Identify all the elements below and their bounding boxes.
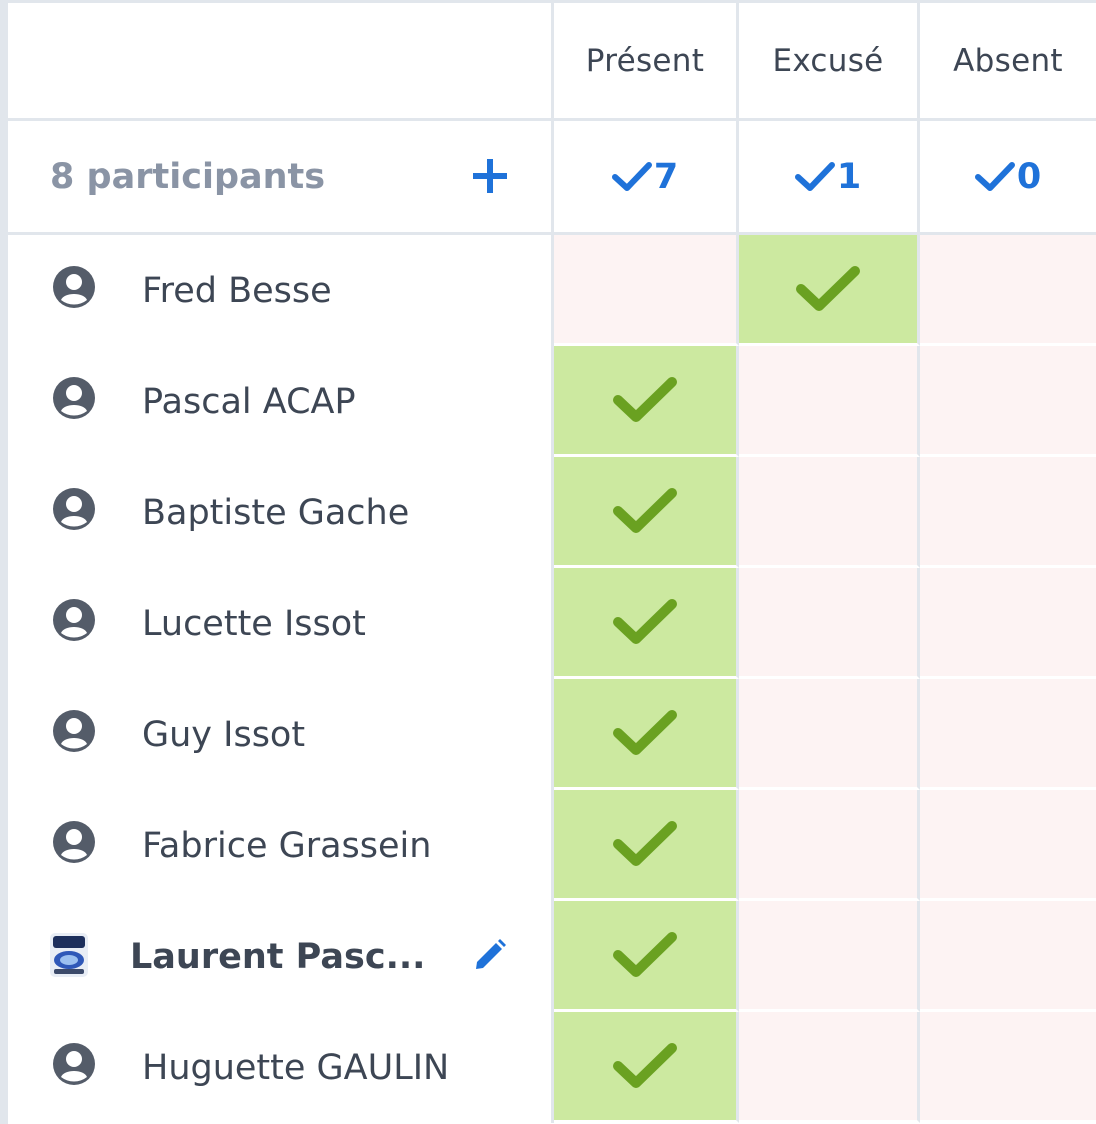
user-circle-icon [52,487,96,531]
attendance-cell-present[interactable] [554,901,739,1012]
attendance-cell-absent[interactable] [920,1012,1096,1123]
participant-name-cell: Lucette Issot [8,568,554,679]
participant-name-cell: Guy Issot [8,679,554,790]
attendance-cell-absent[interactable] [920,457,1096,568]
attendance-cell-absent[interactable] [920,790,1096,901]
participant-row: Pascal ACAP [8,346,1096,457]
summary-row: 8 participants 7 1 0 [8,121,1096,235]
user-circle-icon [52,820,96,864]
participant-name-cell: Fred Besse [8,235,554,346]
column-header-present: Présent [554,3,739,118]
excused-count-cell: 1 [739,121,920,232]
column-header-label: Présent [585,42,705,79]
attendance-cell-excused[interactable] [739,901,920,1012]
check-icon [612,485,678,537]
user-circle-icon [52,598,96,642]
attendance-cell-excused[interactable] [739,568,920,679]
check-icon [794,161,835,191]
participant-row: Huguette GAULIN [8,1012,1096,1123]
participant-name: Huguette GAULIN [142,1047,450,1088]
check-icon [612,929,678,981]
column-header-absent: Absent [920,3,1096,118]
attendance-cell-excused[interactable] [739,1012,920,1123]
participant-name: Laurent Pasc... [130,936,426,977]
attendance-cell-excused[interactable] [739,679,920,790]
user-circle-icon [52,1042,96,1086]
attendance-cell-present[interactable] [554,568,739,679]
participants-count: 8 participants [50,156,326,197]
attendance-cell-present[interactable] [554,790,739,901]
present-count-cell: 7 [554,121,739,232]
participant-name: Guy Issot [142,714,306,755]
participants-summary-cell: 8 participants [8,121,554,232]
participant-name: Pascal ACAP [142,381,356,422]
participant-name-cell: Huguette GAULIN [8,1012,554,1123]
user-circle-icon [52,709,96,753]
check-icon [612,707,678,759]
column-header-label: Excusé [772,42,884,79]
attendance-cell-excused[interactable] [739,790,920,901]
present-count: 7 [653,156,679,197]
attendance-cell-absent[interactable] [920,346,1096,457]
attendance-cell-absent[interactable] [920,901,1096,1012]
check-icon [612,374,678,426]
attendance-grid: Présent Excusé Absent 8 participants 7 1… [0,0,1096,1124]
pencil-icon[interactable] [470,937,508,975]
attendance-cell-excused[interactable] [739,235,920,346]
absent-count-cell: 0 [920,121,1096,232]
participant-row: Laurent Pasc... [8,901,1096,1012]
participant-name-cell: Pascal ACAP [8,346,554,457]
check-icon [611,161,652,191]
participant-row: Fred Besse [8,235,1096,346]
attendance-cell-present[interactable] [554,679,739,790]
participant-row: Guy Issot [8,679,1096,790]
participant-name: Fabrice Grassein [142,825,432,866]
attendance-cell-absent[interactable] [920,235,1096,346]
check-icon [974,161,1015,191]
attendance-cell-absent[interactable] [920,568,1096,679]
check-icon [612,818,678,870]
attendance-cell-present[interactable] [554,346,739,457]
header-blank-cell [8,3,554,118]
column-header-row: Présent Excusé Absent [8,3,1096,121]
plus-icon[interactable] [470,156,510,196]
participant-row: Baptiste Gache [8,457,1096,568]
attendance-cell-present[interactable] [554,235,739,346]
participant-name: Fred Besse [142,270,332,311]
attendance-cell-present[interactable] [554,1012,739,1123]
participant-row: Fabrice Grassein [8,790,1096,901]
participant-list: Fred Besse Pascal ACAP Baptiste Gache Lu… [8,235,1096,1123]
absent-count: 0 [1016,156,1042,197]
user-circle-icon [52,376,96,420]
attendance-cell-excused[interactable] [739,346,920,457]
check-icon [612,596,678,648]
participant-name-cell: Fabrice Grassein [8,790,554,901]
participant-name-cell: Baptiste Gache [8,457,554,568]
attendance-cell-excused[interactable] [739,457,920,568]
check-icon [795,263,861,315]
excused-count: 1 [836,156,862,197]
attendance-cell-present[interactable] [554,457,739,568]
participant-name: Lucette Issot [142,603,366,644]
participant-name: Baptiste Gache [142,492,410,533]
user-circle-icon [52,265,96,309]
check-icon [612,1040,678,1092]
participant-name-cell: Laurent Pasc... [8,901,554,1012]
attendance-cell-absent[interactable] [920,679,1096,790]
column-header-label: Absent [953,42,1063,79]
column-header-excused: Excusé [739,3,920,118]
participant-row: Lucette Issot [8,568,1096,679]
club-logo-image [50,933,88,977]
